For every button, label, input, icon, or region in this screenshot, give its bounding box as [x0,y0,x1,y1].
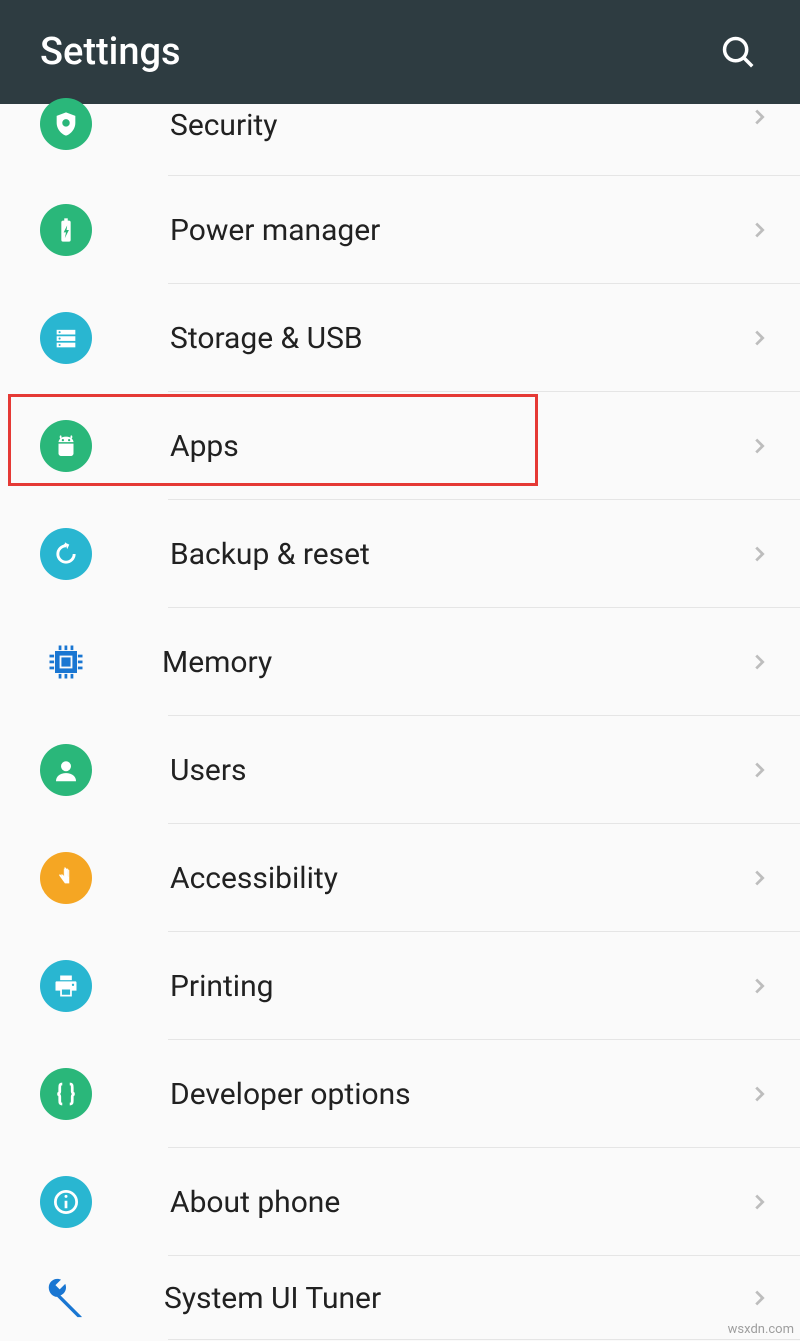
settings-item-users[interactable]: Users [0,716,800,824]
settings-item-backup-reset[interactable]: Backup & reset [0,500,800,608]
settings-item-security[interactable]: Security [0,104,800,176]
chevron-right-icon [748,1083,770,1105]
settings-item-power-manager[interactable]: Power manager [0,176,800,284]
person-icon [40,744,92,796]
chevron-right-icon [748,327,770,349]
settings-item-label: Storage & USB [170,321,748,356]
refresh-icon [40,528,92,580]
settings-item-developer-options[interactable]: Developer options [0,1040,800,1148]
settings-item-printing[interactable]: Printing [0,932,800,1040]
settings-item-apps[interactable]: Apps [0,392,800,500]
app-header: Settings [0,0,800,104]
chevron-right-icon [748,651,770,673]
settings-item-storage[interactable]: Storage & USB [0,284,800,392]
settings-item-label: Power manager [170,213,748,248]
settings-item-accessibility[interactable]: Accessibility [0,824,800,932]
chevron-right-icon [748,543,770,565]
settings-item-label: Apps [170,429,748,464]
chevron-right-icon [748,867,770,889]
settings-item-label: Security [170,108,748,143]
settings-item-system-ui-tuner[interactable]: System UI Tuner [0,1256,800,1340]
apps-icon [40,420,92,472]
memory-chip-icon [44,640,88,684]
settings-item-memory[interactable]: Memory [0,608,800,716]
shield-icon [40,98,92,150]
printer-icon [40,960,92,1012]
settings-item-label: Backup & reset [170,537,748,572]
settings-item-label: Accessibility [170,861,748,896]
page-title: Settings [40,30,181,74]
chevron-right-icon [748,1287,770,1309]
chevron-right-icon [748,975,770,997]
storage-icon [40,312,92,364]
chevron-right-icon [748,759,770,781]
settings-item-label: Developer options [170,1077,748,1112]
chevron-right-icon [748,106,770,128]
search-button[interactable] [716,30,760,74]
braces-icon [40,1068,92,1120]
info-icon [40,1176,92,1228]
watermark: wsxdn.com [728,1322,794,1337]
hand-icon [40,852,92,904]
chevron-right-icon [748,1191,770,1213]
settings-item-label: Memory [162,645,748,680]
chevron-right-icon [748,435,770,457]
chevron-right-icon [748,219,770,241]
search-icon [719,33,757,71]
settings-item-label: Users [170,753,748,788]
settings-list: Security Power manager Storage & USB [0,104,800,1340]
wrench-icon [42,1274,90,1322]
settings-item-about-phone[interactable]: About phone [0,1148,800,1256]
settings-item-label: Printing [170,969,748,1004]
battery-icon [40,204,92,256]
settings-item-label: About phone [170,1185,748,1220]
settings-item-label: System UI Tuner [164,1281,748,1316]
